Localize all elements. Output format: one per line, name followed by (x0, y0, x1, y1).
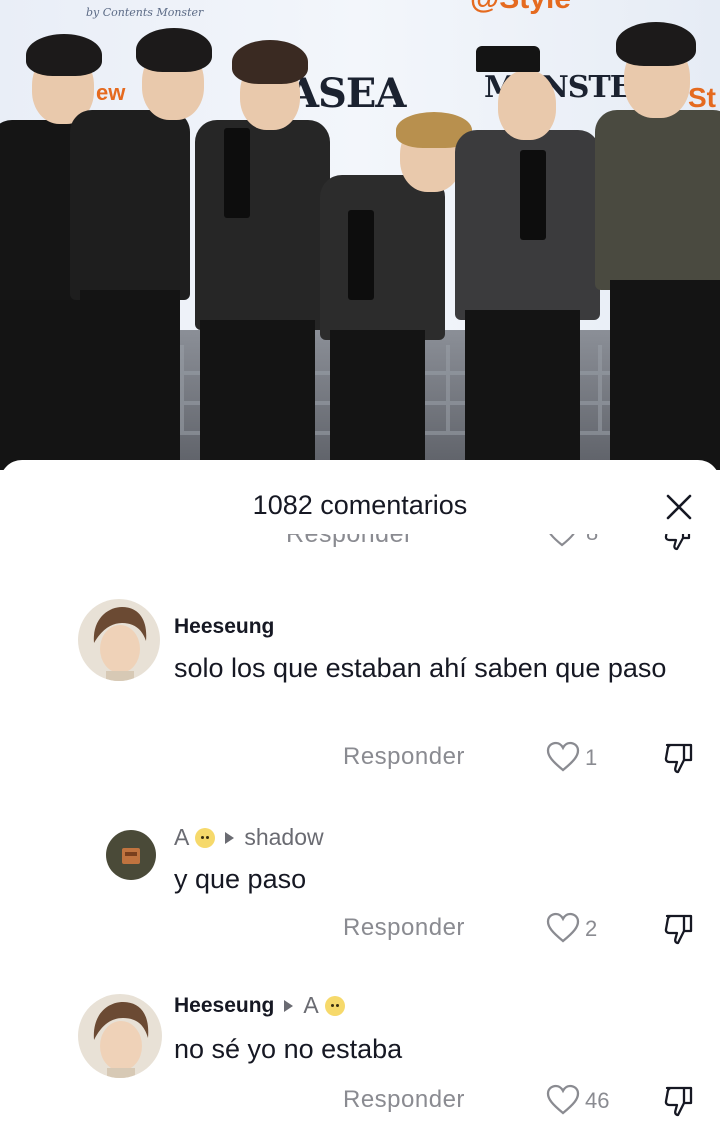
like-count: 8 (586, 534, 598, 546)
dislike-icon[interactable] (662, 534, 694, 557)
emoji-face-icon (195, 827, 216, 848)
avatar[interactable] (106, 830, 156, 880)
like-count: 2 (585, 916, 598, 941)
previous-comment-actions: Responder 8 (0, 534, 720, 562)
emoji-face-icon (324, 995, 345, 1016)
dislike-icon[interactable] (662, 1084, 696, 1118)
comment-actions: Responder 1 (0, 741, 720, 777)
comment-actions: Responder 2 (0, 912, 720, 948)
like-count: 46 (585, 1088, 610, 1113)
reply-meta: A shadow (174, 824, 324, 851)
comment-text: no sé yo no estaba (174, 1034, 403, 1064)
comments-sheet: 1082 comentarios Responder 8 (0, 460, 720, 1143)
reply-item: Heeseung A no sé yo no estaba Responder … (0, 990, 720, 1140)
comment-text: y que paso (174, 864, 307, 894)
heart-icon[interactable] (546, 741, 580, 775)
heart-icon[interactable] (546, 534, 578, 553)
reply-button[interactable]: Responder (343, 1086, 465, 1114)
comment-text: solo los que estaban ahí saben que paso (174, 653, 667, 683)
comment-username[interactable]: Heeseung (174, 994, 274, 1018)
comment-actions: Responder 46 (0, 1084, 720, 1120)
heart-icon[interactable] (546, 1084, 580, 1118)
comments-count-title: 1082 comentarios (252, 490, 468, 520)
reply-meta: Heeseung A (174, 992, 345, 1019)
reply-button[interactable]: Responder (343, 914, 465, 942)
group-photo: by Contents Monster @Style ew St ASEA MO… (0, 0, 720, 470)
reply-item: A shadow y que paso Responder 2 (0, 820, 720, 970)
page: by Contents Monster @Style ew St ASEA MO… (0, 0, 720, 1143)
like-count: 1 (585, 745, 598, 770)
reply-button[interactable]: Responder (286, 534, 413, 549)
heart-icon[interactable] (546, 912, 580, 946)
comment-username[interactable]: Heeseung (174, 615, 274, 639)
members-group (0, 0, 720, 470)
dislike-icon[interactable] (662, 741, 696, 775)
comment-username[interactable]: A (174, 824, 189, 851)
reply-to-username[interactable]: A (303, 992, 318, 1019)
avatar[interactable] (78, 599, 160, 681)
reply-arrow-icon (284, 999, 294, 1012)
reply-to-username[interactable]: shadow (244, 824, 323, 851)
avatar[interactable] (78, 994, 162, 1078)
comment-item: Heeseung solo los que estaban ahí saben … (0, 595, 720, 795)
reply-button[interactable]: Responder (343, 743, 465, 771)
close-icon[interactable] (664, 492, 694, 522)
dislike-icon[interactable] (662, 912, 696, 946)
reply-arrow-icon (225, 831, 235, 844)
